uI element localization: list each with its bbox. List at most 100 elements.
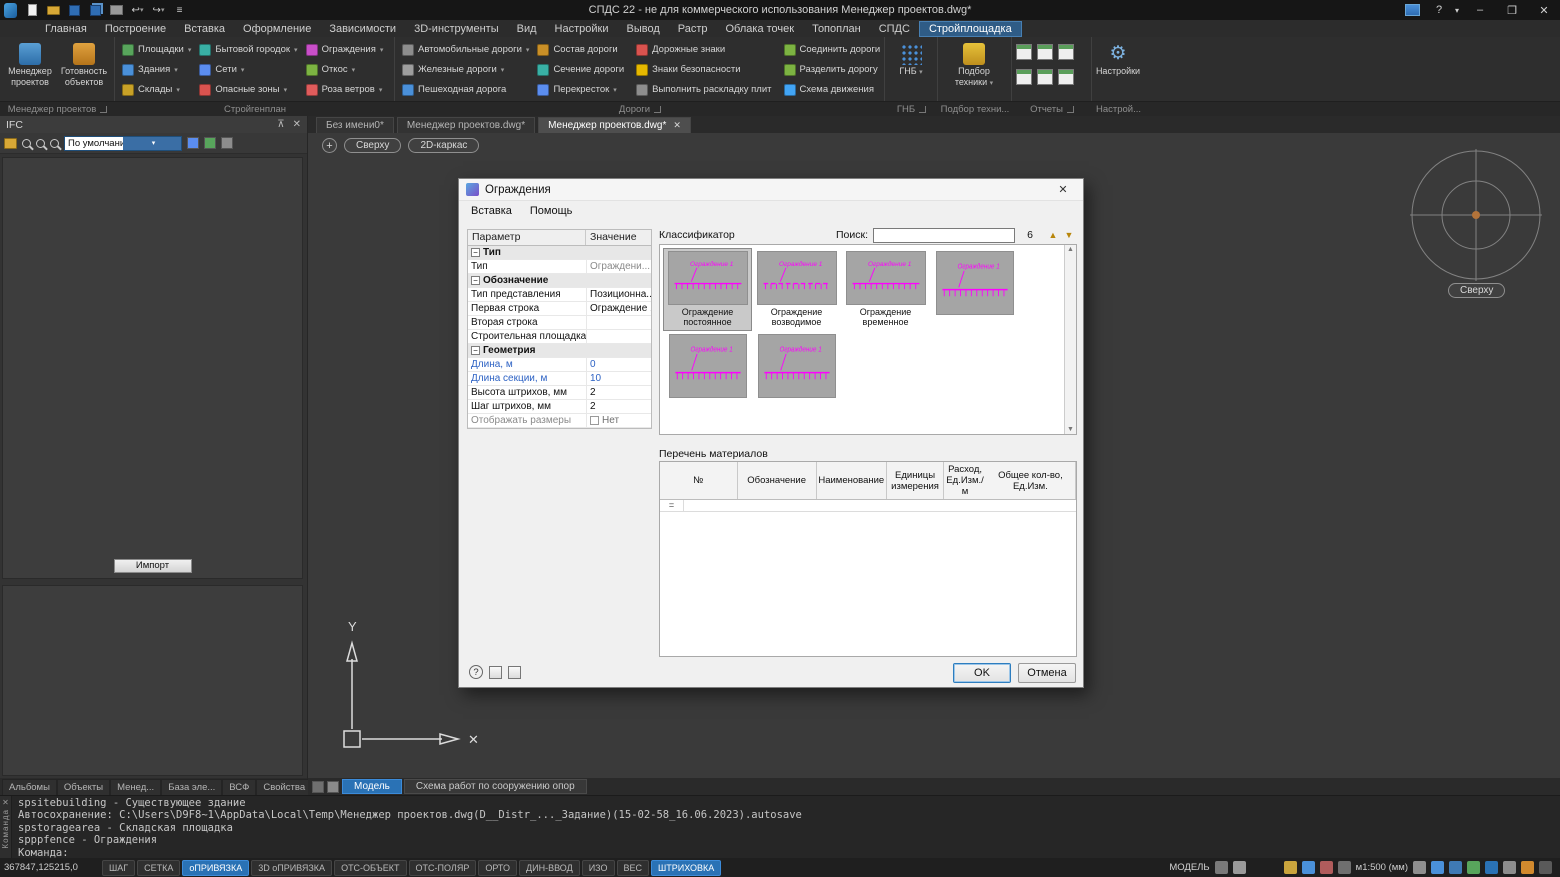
ribbon-tab[interactable]: Настройки bbox=[546, 22, 618, 36]
status-toggle[interactable]: ИЗО bbox=[582, 860, 615, 876]
open-file-icon[interactable] bbox=[46, 3, 61, 17]
cancel-button[interactable]: Отмена bbox=[1018, 663, 1076, 683]
ribbon-button[interactable]: Разделить дорогу bbox=[781, 60, 888, 79]
checkbox-icon[interactable] bbox=[590, 416, 599, 425]
classifier-scrollbar[interactable]: ▲▼ bbox=[1064, 245, 1076, 434]
status-toggle[interactable]: ВЕС bbox=[617, 860, 650, 876]
ribbon-tab[interactable]: Зависимости bbox=[320, 22, 405, 36]
materials-column-header[interactable]: № bbox=[660, 462, 738, 499]
object-readiness-button[interactable]: Готовность объектов bbox=[58, 40, 110, 98]
help-button[interactable]: ? bbox=[1428, 0, 1450, 20]
materials-column-header[interactable]: Наименование bbox=[817, 462, 887, 499]
classifier-thumbnail[interactable]: Ограждение 1 bbox=[753, 332, 840, 400]
annotation-scale-icon[interactable] bbox=[1338, 861, 1351, 874]
ribbon-tab[interactable]: Вывод bbox=[617, 22, 668, 36]
parameter-row[interactable]: −Тип Ограждени... bbox=[468, 260, 651, 274]
close-button[interactable]: ✕ bbox=[1528, 0, 1560, 20]
columns-icon[interactable] bbox=[221, 137, 233, 149]
panel-close-icon[interactable]: ✕ bbox=[293, 119, 301, 130]
save-icon[interactable] bbox=[67, 3, 82, 17]
zoom-in-icon[interactable] bbox=[22, 139, 31, 148]
view-mode-select[interactable]: По умолчанию ▾ bbox=[64, 136, 182, 151]
ribbon-button[interactable]: Знаки безопасности bbox=[633, 60, 778, 79]
classifier-thumbnail[interactable]: Ограждение 1 Ограждение возводимое bbox=[753, 249, 840, 330]
search-input[interactable] bbox=[873, 228, 1015, 243]
parameter-row[interactable]: −Первая строка Ограждение 1 bbox=[468, 302, 651, 316]
dialog-menu-item[interactable]: Помощь bbox=[521, 203, 582, 219]
value-column-header[interactable]: Значение bbox=[586, 230, 651, 245]
new-file-icon[interactable] bbox=[25, 3, 40, 17]
minimize-button[interactable]: – bbox=[1464, 0, 1496, 20]
undo-icon[interactable]: ↩▾ bbox=[130, 3, 145, 17]
report-table-button[interactable] bbox=[1037, 44, 1053, 60]
command-panel-close-icon[interactable]: ✕ bbox=[2, 798, 9, 807]
save-template-icon[interactable] bbox=[508, 666, 521, 679]
import-button[interactable]: Импорт bbox=[114, 559, 192, 573]
dialog-launcher-icon[interactable] bbox=[654, 106, 661, 113]
status-toggle[interactable]: 3D оПРИВЯЗКА bbox=[251, 860, 332, 876]
ribbon-button[interactable]: Сечение дороги bbox=[534, 60, 631, 79]
workspace-switch-icon[interactable] bbox=[1405, 4, 1420, 16]
ribbon-tab[interactable]: Вид bbox=[508, 22, 546, 36]
status-toggle[interactable]: оПРИВЯЗКА bbox=[182, 860, 249, 876]
ribbon-button[interactable]: Состав дороги bbox=[534, 40, 631, 59]
ribbon-tab[interactable]: Растр bbox=[669, 22, 717, 36]
parameter-row[interactable]: −Обозначение bbox=[468, 274, 651, 288]
parameter-row[interactable]: −Отображать размеры Нет bbox=[468, 414, 651, 428]
materials-column-header[interactable]: Единицы измерения bbox=[887, 462, 945, 499]
dialog-launcher-icon[interactable] bbox=[1067, 106, 1074, 113]
open-ifc-icon[interactable] bbox=[4, 138, 17, 149]
fullscreen-icon[interactable] bbox=[1503, 861, 1516, 874]
report-table-button[interactable] bbox=[1016, 44, 1032, 60]
tab-close-icon[interactable]: ✕ bbox=[673, 120, 681, 131]
materials-column-header[interactable]: Общее кол-во, Ед.Изм. bbox=[986, 462, 1076, 499]
document-tab[interactable]: Менеджер проектов.dwg* ✕ bbox=[397, 117, 535, 133]
ribbon-tab[interactable]: Оформление bbox=[234, 22, 320, 36]
materials-column-header[interactable]: Обозначение bbox=[738, 462, 817, 499]
help-icon[interactable]: ? bbox=[469, 665, 483, 679]
navigation-compass[interactable] bbox=[1406, 145, 1546, 285]
parameter-row[interactable]: −Шаг штрихов, мм 2 bbox=[468, 400, 651, 414]
document-tab[interactable]: Без имени0* ✕ bbox=[316, 117, 394, 133]
ribbon-button[interactable]: Соединить дороги bbox=[781, 40, 888, 59]
collapse-icon[interactable]: − bbox=[471, 346, 480, 355]
ribbon-button[interactable]: Дорожные знаки bbox=[633, 40, 778, 59]
classifier-thumbnail[interactable]: Ограждение 1 Ограждение временное bbox=[842, 249, 929, 330]
ribbon-button[interactable]: Перекресток ▾ bbox=[534, 80, 631, 99]
parameter-row[interactable]: −Вторая строка bbox=[468, 316, 651, 330]
dialog-menu-item[interactable]: Вставка bbox=[462, 203, 521, 219]
notifications-icon[interactable] bbox=[1521, 861, 1534, 874]
ribbon-button[interactable]: Автомобильные дороги ▾ bbox=[399, 40, 532, 59]
dialog-close-icon[interactable]: ✕ bbox=[1050, 183, 1076, 196]
status-toggle[interactable]: ОТС-ОБЪЕКТ bbox=[334, 860, 406, 876]
move-up-icon[interactable]: ▲ bbox=[1045, 228, 1061, 243]
zoom-fit-icon[interactable] bbox=[50, 139, 59, 148]
move-down-icon[interactable]: ▼ bbox=[1061, 228, 1077, 243]
structure-icon[interactable] bbox=[204, 137, 216, 149]
parameter-row[interactable]: −Длина, м 0 bbox=[468, 358, 651, 372]
left-panel-tab[interactable]: Менед... bbox=[110, 779, 161, 795]
left-panel-tab[interactable]: ВСФ bbox=[222, 779, 256, 795]
pan-icon[interactable] bbox=[1413, 861, 1426, 874]
ribbon-button[interactable]: Выполнить раскладку плит bbox=[633, 80, 778, 99]
ribbon-tab[interactable]: Облака точек bbox=[717, 22, 804, 36]
workspace-icon[interactable] bbox=[1215, 861, 1228, 874]
layout-list-icon[interactable] bbox=[312, 781, 324, 793]
save-all-icon[interactable] bbox=[88, 3, 103, 17]
ribbon-button[interactable]: Откос ▾ bbox=[303, 60, 387, 79]
layout-tab[interactable]: Схема работ по сооружению опор bbox=[404, 779, 587, 794]
ifc-properties-area[interactable] bbox=[2, 585, 303, 776]
viewport-menu-button[interactable]: + bbox=[322, 138, 337, 153]
classifier-thumbnail[interactable]: Ограждение 1 bbox=[664, 332, 751, 400]
command-line-panel[interactable]: ✕ Команда spsitebuilding - Существующее … bbox=[0, 795, 1560, 858]
ribbon-tab[interactable]: Построение bbox=[96, 22, 175, 36]
add-to-classifier-icon[interactable] bbox=[489, 666, 502, 679]
report-table-button[interactable] bbox=[1037, 69, 1053, 85]
settings-icon[interactable] bbox=[1539, 861, 1552, 874]
layout-grid-icon[interactable] bbox=[327, 781, 339, 793]
report-table-button[interactable] bbox=[1016, 69, 1032, 85]
ribbon-button[interactable]: Схема движения bbox=[781, 80, 888, 99]
visual-style-button[interactable]: 2D-каркас bbox=[408, 138, 479, 153]
gnb-button[interactable]: ГНБ ▾ bbox=[889, 40, 933, 98]
ribbon-button[interactable]: Роза ветров ▾ bbox=[303, 80, 387, 99]
